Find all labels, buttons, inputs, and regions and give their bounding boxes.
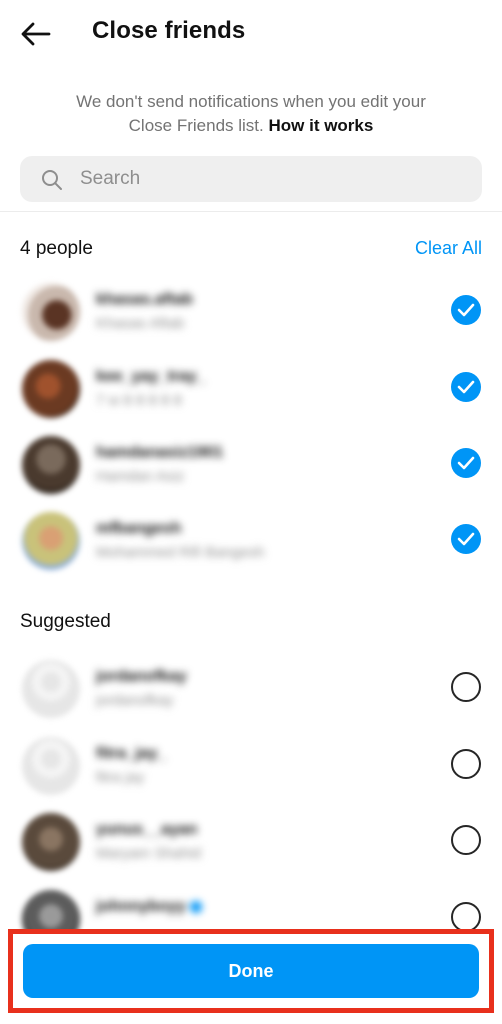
list-item[interactable]: hamdanasiz1901 Hamdan Asiz bbox=[0, 428, 502, 504]
avatar bbox=[22, 813, 80, 871]
list-item[interactable]: khasas.aftab Khasas Aftab bbox=[0, 275, 502, 351]
info-text: We don't send notifications when you edi… bbox=[0, 90, 502, 138]
selected-checkbox[interactable] bbox=[451, 448, 481, 478]
full-name: 7 w 8 8 8 8 8 bbox=[96, 392, 182, 409]
list-item[interactable]: yunus__ayan Maryam Shahid bbox=[0, 805, 502, 881]
username: mfbangesh bbox=[96, 520, 182, 537]
close-friends-count: 4 people bbox=[20, 238, 93, 259]
info-line-2-text: Close Friends list. bbox=[128, 116, 269, 135]
unselected-checkbox[interactable] bbox=[451, 672, 481, 702]
unselected-checkbox[interactable] bbox=[451, 902, 481, 932]
username: johnnyboyy bbox=[96, 898, 203, 916]
avatar bbox=[22, 283, 80, 341]
suggested-title: Suggested bbox=[20, 611, 111, 632]
info-line-2: Close Friends list. How it works bbox=[0, 114, 502, 138]
username: yunus__ayan bbox=[96, 821, 198, 838]
how-it-works-link[interactable]: How it works bbox=[268, 116, 373, 135]
avatar bbox=[22, 737, 80, 795]
done-button[interactable]: Done bbox=[23, 944, 479, 998]
username: kee_yay_tray_ bbox=[96, 368, 206, 385]
full-name: jordanofkay bbox=[96, 692, 174, 709]
search-bar[interactable] bbox=[20, 156, 482, 202]
username: hamdanasiz1901 bbox=[96, 444, 224, 461]
full-name: fitra jay bbox=[96, 769, 145, 786]
list-item[interactable]: fitra_jay_ fitra jay bbox=[0, 729, 502, 805]
done-highlight-box: Done bbox=[8, 929, 494, 1013]
unselected-checkbox[interactable] bbox=[451, 749, 481, 779]
full-name: Hamdan Asiz bbox=[96, 468, 185, 485]
selected-checkbox[interactable] bbox=[451, 295, 481, 325]
username: khasas.aftab bbox=[96, 291, 193, 308]
selected-checkbox[interactable] bbox=[451, 372, 481, 402]
full-name: Khasas Aftab bbox=[96, 315, 185, 332]
checkmark-icon bbox=[457, 303, 475, 317]
page-title: Close friends bbox=[92, 17, 246, 44]
avatar bbox=[22, 360, 80, 418]
back-arrow-icon[interactable] bbox=[18, 16, 54, 52]
close-friends-screen: Close friends We don't send notification… bbox=[0, 0, 502, 1024]
full-name: Maryam Shahid bbox=[96, 845, 202, 862]
avatar bbox=[22, 436, 80, 494]
checkmark-icon bbox=[457, 380, 475, 394]
avatar bbox=[22, 512, 80, 570]
list-item[interactable]: mfbangesh Mohammed Rifi Bangesh bbox=[0, 504, 502, 580]
info-line-1: We don't send notifications when you edi… bbox=[76, 92, 426, 111]
checkmark-icon bbox=[457, 532, 475, 546]
checkmark-icon bbox=[457, 456, 475, 470]
search-input[interactable] bbox=[80, 156, 460, 202]
divider bbox=[0, 211, 502, 212]
username: fitra_jay_ bbox=[96, 745, 167, 762]
verified-badge-icon bbox=[190, 900, 203, 913]
clear-all-button[interactable]: Clear All bbox=[415, 238, 482, 259]
avatar bbox=[22, 660, 80, 718]
unselected-checkbox[interactable] bbox=[451, 825, 481, 855]
selected-checkbox[interactable] bbox=[451, 524, 481, 554]
full-name: Mohammed Rifi Bangesh bbox=[96, 544, 265, 561]
top-bar: Close friends bbox=[0, 0, 502, 66]
username: jordanofkay bbox=[96, 668, 187, 685]
username-text: johnnyboyy bbox=[96, 898, 186, 915]
list-item[interactable]: jordanofkay jordanofkay bbox=[0, 652, 502, 728]
search-icon bbox=[42, 170, 62, 190]
list-item[interactable]: kee_yay_tray_ 7 w 8 8 8 8 8 bbox=[0, 352, 502, 428]
